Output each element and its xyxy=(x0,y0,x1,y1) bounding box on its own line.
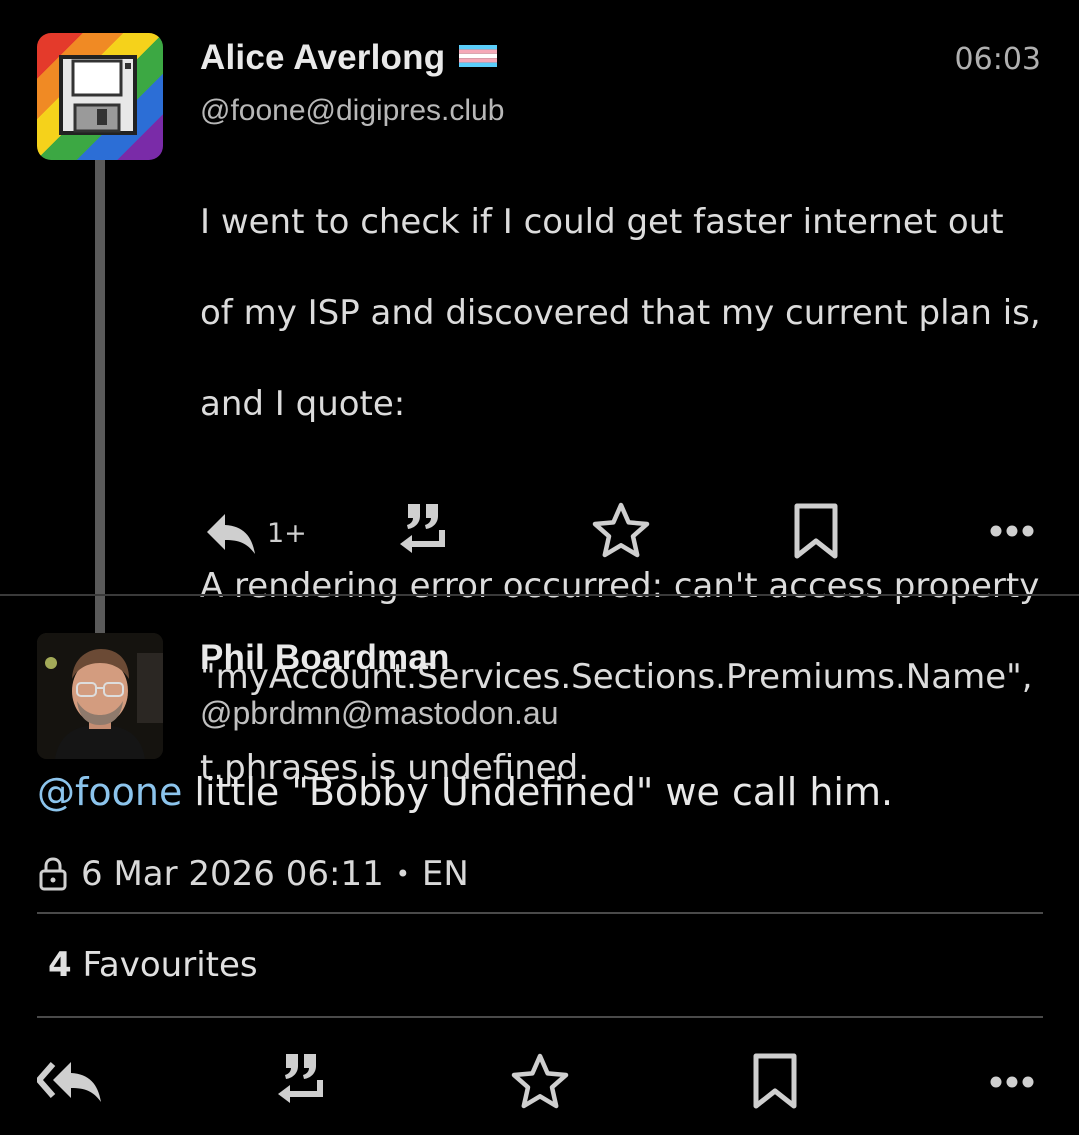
reply-icon xyxy=(207,514,255,554)
reply-all-icon xyxy=(37,1062,101,1102)
divider xyxy=(37,912,1043,914)
meta-separator: • xyxy=(395,860,410,888)
post-body-line: A rendering error occurred: can't access… xyxy=(200,565,1040,606)
more-icon xyxy=(990,525,1034,537)
floppy-disk-icon xyxy=(59,55,137,135)
lock-icon xyxy=(39,857,67,891)
bookmark-icon xyxy=(794,503,838,559)
avatar[interactable] xyxy=(37,33,163,160)
mention-link[interactable]: @foone xyxy=(37,770,182,814)
post-body-line: I went to check if I could get faster in… xyxy=(200,201,1004,242)
post-divider xyxy=(0,594,1079,596)
trans-flag-icon xyxy=(459,45,498,67)
post-body-line: and I quote: xyxy=(200,383,406,424)
divider xyxy=(37,1016,1043,1018)
post-body: I went to check if I could get faster in… xyxy=(200,154,1050,837)
more-button[interactable] xyxy=(988,518,1036,544)
favourites-number: 4 xyxy=(48,945,72,985)
more-button[interactable] xyxy=(988,1069,1036,1095)
post-time[interactable]: 06:03 xyxy=(955,42,1041,77)
author-name[interactable]: Alice Averlong xyxy=(200,38,498,78)
post-language: EN xyxy=(421,854,469,894)
thread-line xyxy=(95,160,105,635)
author-handle: @pbrdmn@mastodon.au xyxy=(200,695,559,731)
reply-all-button[interactable] xyxy=(37,1058,103,1106)
author-name[interactable]: Phil Boardman xyxy=(200,638,450,678)
author-handle: @foone@digipres.club xyxy=(200,94,505,127)
post-meta: 6 Mar 2026 06:11 • EN xyxy=(37,852,469,896)
favourite-icon xyxy=(592,502,650,558)
reply-body: @foone little "Bobby Undefined" we call … xyxy=(37,770,893,814)
boost-icon xyxy=(400,504,445,553)
bookmark-button[interactable] xyxy=(792,503,840,559)
reply-count: 1+ xyxy=(267,517,307,549)
favourite-icon xyxy=(511,1053,569,1109)
bookmark-button[interactable] xyxy=(751,1053,799,1109)
favourite-button[interactable] xyxy=(591,501,651,559)
post-body-line: of my ISP and discovered that my current… xyxy=(200,292,1041,333)
person-photo-icon xyxy=(37,633,163,759)
boost-button[interactable] xyxy=(396,500,452,560)
favourites-label: Favourites xyxy=(82,945,258,985)
more-icon xyxy=(990,1076,1034,1088)
reply-button[interactable]: 1+ xyxy=(203,505,307,561)
boost-button[interactable] xyxy=(274,1050,330,1110)
boost-icon xyxy=(278,1054,323,1103)
favourite-button[interactable] xyxy=(510,1052,570,1110)
avatar[interactable] xyxy=(37,633,163,759)
reply-text: little "Bobby Undefined" we call him. xyxy=(182,770,894,814)
favourites-count[interactable]: 4 Favourites xyxy=(48,945,258,985)
bookmark-icon xyxy=(753,1053,797,1109)
post-date[interactable]: 6 Mar 2026 06:11 xyxy=(81,854,384,894)
